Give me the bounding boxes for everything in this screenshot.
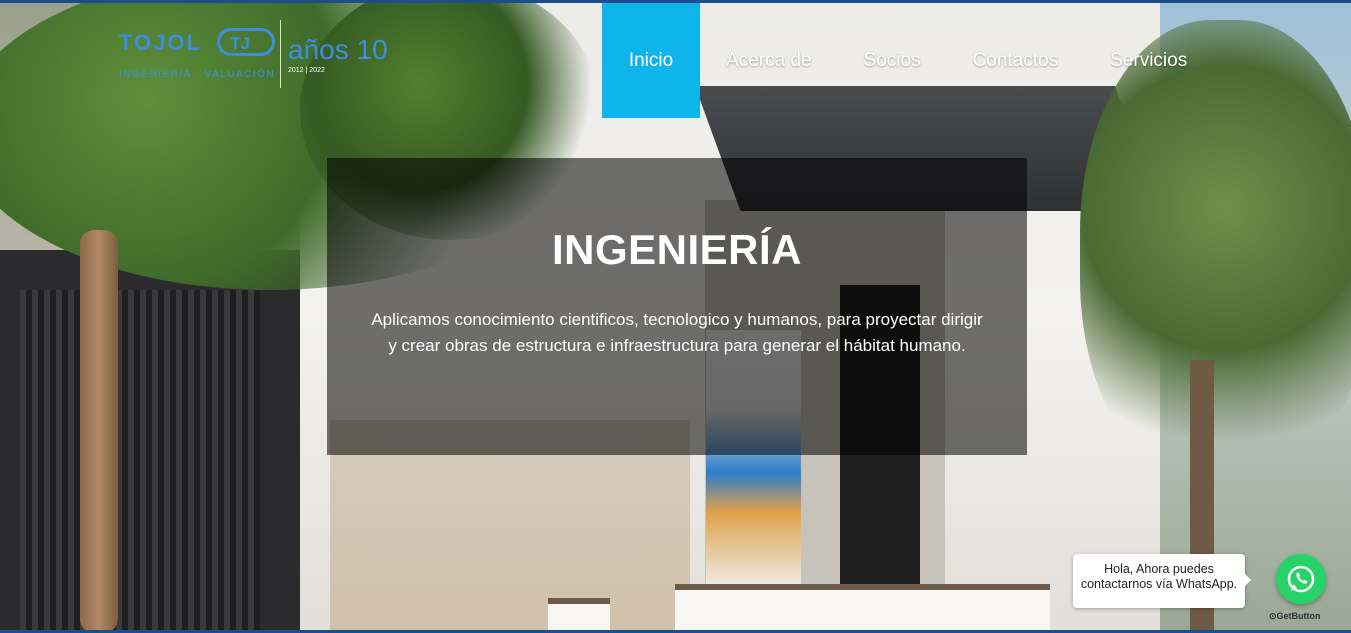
logo-anniversary: años 10 bbox=[288, 34, 388, 66]
logo-brand: TOJOL bbox=[119, 30, 202, 55]
logo-years: 2012 | 2022 bbox=[288, 67, 325, 74]
nav-item-contactos[interactable]: Contactos bbox=[947, 3, 1085, 118]
background-trunk-left bbox=[80, 230, 118, 633]
main-nav: Inicio Acerca de Socios Contactos Servic… bbox=[602, 3, 1213, 118]
whatsapp-credit[interactable]: ⊙GetButton bbox=[1269, 611, 1321, 622]
hero-description: Aplicamos conocimiento cientificos, tecn… bbox=[371, 310, 983, 355]
hero-section: TOJOL TJ INGENIERÍA · VALUACIÓN años 10 … bbox=[0, 0, 1351, 633]
background-post bbox=[548, 598, 610, 633]
logo-anniversary-number: 10 bbox=[356, 34, 388, 65]
site-logo[interactable]: TOJOL TJ INGENIERÍA · VALUACIÓN años 10 … bbox=[118, 20, 388, 90]
logo-divider bbox=[280, 20, 281, 88]
nav-item-servicios[interactable]: Servicios bbox=[1084, 3, 1213, 118]
nav-item-socios[interactable]: Socios bbox=[838, 3, 947, 118]
whatsapp-credit-label: GetButton bbox=[1276, 611, 1321, 621]
logo-mark-icon: TJ bbox=[217, 28, 275, 56]
nav-item-acerca-de[interactable]: Acerca de bbox=[700, 3, 838, 118]
background-low-wall bbox=[675, 584, 1050, 633]
nav-item-inicio[interactable]: Inicio bbox=[602, 3, 700, 118]
whatsapp-button[interactable] bbox=[1276, 554, 1326, 604]
logo-tj-icon: TJ bbox=[230, 34, 250, 53]
getbutton-icon: ⊙ bbox=[1269, 611, 1277, 621]
whatsapp-icon bbox=[1287, 565, 1315, 593]
background-gate bbox=[20, 290, 260, 633]
logo-tagline: INGENIERÍA · VALUACIÓN bbox=[119, 69, 276, 80]
logo-anniversary-text: años bbox=[288, 34, 349, 65]
hero-title: INGENIERÍA bbox=[551, 226, 803, 273]
whatsapp-message-bubble[interactable]: Hola, Ahora puedes contactarnos vía What… bbox=[1073, 554, 1251, 608]
hero-panel: INGENIERÍA Aplicamos conocimiento cienti… bbox=[327, 158, 1027, 455]
svg-text:TJ: TJ bbox=[230, 34, 250, 53]
